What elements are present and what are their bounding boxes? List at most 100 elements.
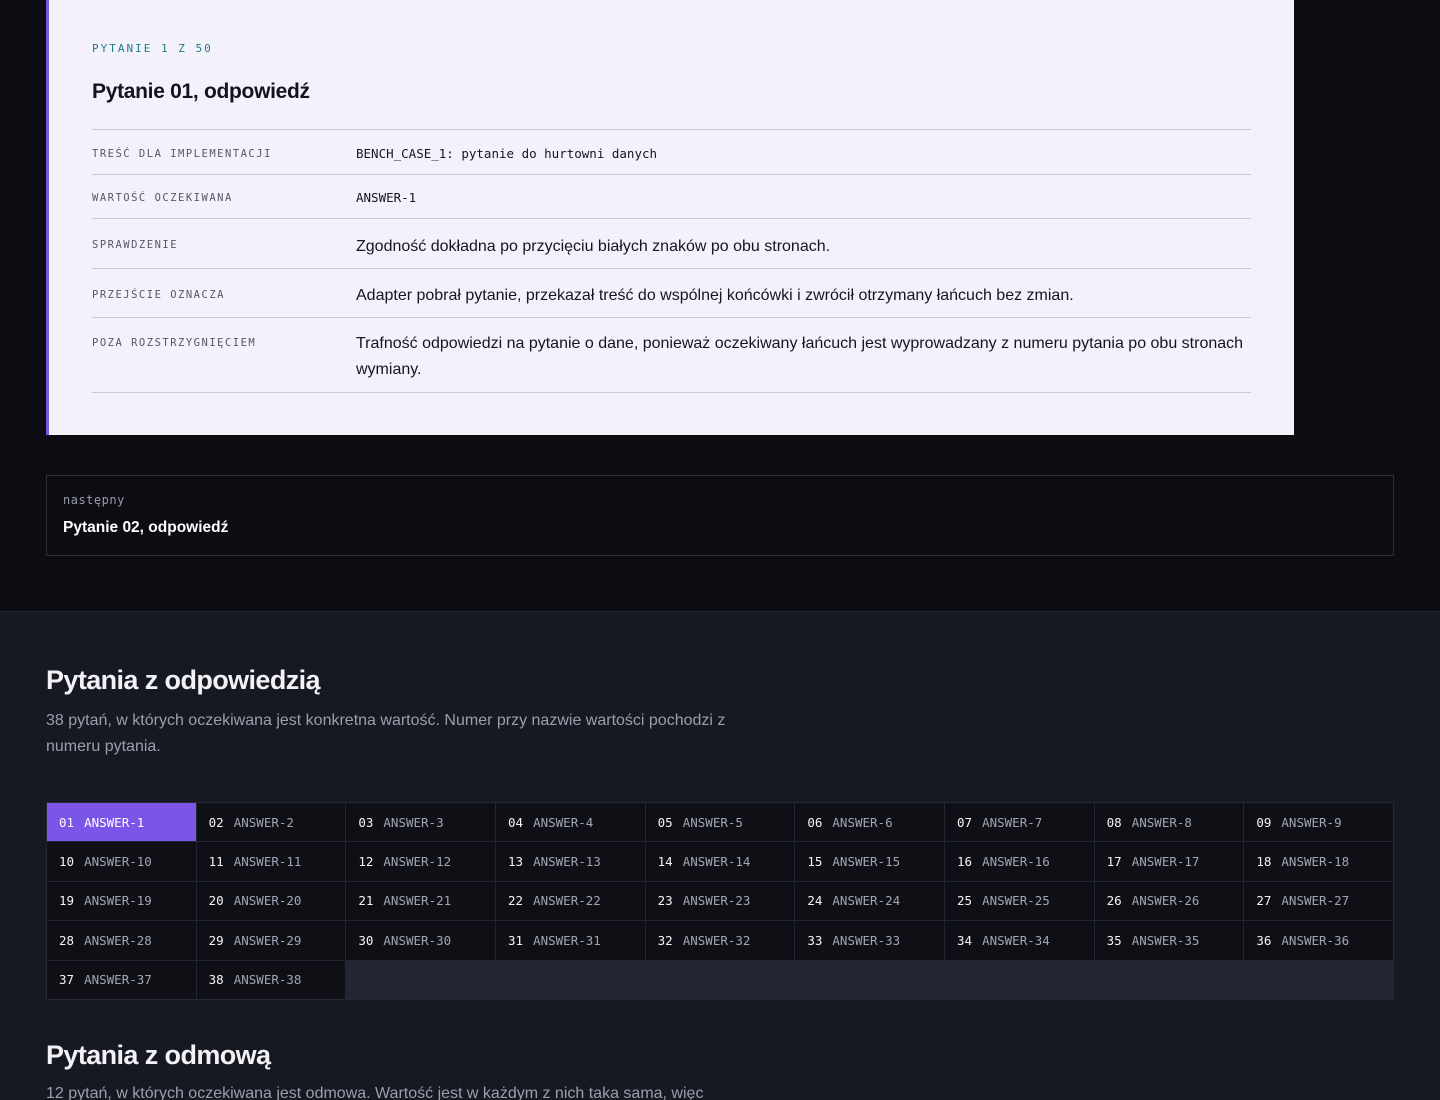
answer-grid-item[interactable]: 18 ANSWER-18 xyxy=(1244,842,1393,881)
answer-grid-item[interactable]: 28 ANSWER-28 xyxy=(47,921,196,960)
next-label: następny xyxy=(63,493,125,507)
answer-grid-item[interactable]: 24 ANSWER-24 xyxy=(795,881,944,921)
answer-grid-item[interactable]: 20 ANSWER-20 xyxy=(196,881,346,921)
question-number: 11 xyxy=(208,854,224,870)
answer-grid-item[interactable]: 05 ANSWER-5 xyxy=(645,803,795,842)
answer-grid-item[interactable]: 34 ANSWER-34 xyxy=(945,921,1094,960)
question-number: 12 xyxy=(358,854,374,870)
question-number: 10 xyxy=(59,854,75,870)
question-number: 07 xyxy=(957,814,973,830)
answer-label: ANSWER-31 xyxy=(533,932,601,948)
question-number: 29 xyxy=(208,932,224,948)
answer-label: ANSWER-19 xyxy=(84,893,152,909)
answer-label: ANSWER-9 xyxy=(1281,814,1342,830)
answer-grid-item[interactable]: 21 ANSWER-21 xyxy=(346,881,495,921)
answer-grid-item[interactable]: 15 ANSWER-15 xyxy=(795,842,944,881)
spec-row-expected: WARTOŚĆ OCZEKIWANA ANSWER-1 xyxy=(92,175,1251,219)
next-question-link[interactable]: następny Pytanie 02, odpowiedź xyxy=(46,475,1394,556)
answer-label: ANSWER-12 xyxy=(383,854,452,870)
answer-grid-item[interactable]: 10 ANSWER-10 xyxy=(47,842,196,881)
refusal-section-title: Pytania z odmową xyxy=(46,1040,271,1070)
answer-label: ANSWER-37 xyxy=(84,972,152,988)
answer-label: ANSWER-10 xyxy=(84,854,152,870)
answer-grid-item[interactable]: 22 ANSWER-22 xyxy=(496,881,645,921)
spec-key: SPRAWDZENIE xyxy=(92,239,179,251)
answer-grid-item[interactable]: 08 ANSWER-8 xyxy=(1094,803,1244,842)
question-number: 17 xyxy=(1106,854,1122,870)
answer-grid-item[interactable]: 38 ANSWER-38 xyxy=(196,960,346,999)
question-number: 06 xyxy=(807,814,823,830)
answer-grid-item[interactable]: 11 ANSWER-11 xyxy=(196,842,346,881)
answer-label: ANSWER-7 xyxy=(982,814,1043,830)
answer-label: ANSWER-16 xyxy=(982,854,1050,870)
answer-label: ANSWER-22 xyxy=(533,893,601,909)
answer-grid-item[interactable]: 33 ANSWER-33 xyxy=(795,921,944,960)
answer-grid-item[interactable]: 27 ANSWER-27 xyxy=(1244,881,1393,921)
question-number: 03 xyxy=(358,814,374,830)
answer-label: ANSWER-6 xyxy=(832,814,893,830)
answer-section-description: 38 pytań, w których oczekiwana jest konk… xyxy=(46,712,726,755)
spec-key: WARTOŚĆ OCZEKIWANA xyxy=(92,192,233,204)
answer-grid-item[interactable]: 31 ANSWER-31 xyxy=(496,921,645,960)
question-number: 08 xyxy=(1106,814,1122,830)
answer-label: ANSWER-4 xyxy=(533,814,594,830)
question-number: 27 xyxy=(1256,893,1272,909)
spec-value: BENCH_CASE_1: pytanie do hurtowni danych xyxy=(356,146,658,161)
answer-label: ANSWER-28 xyxy=(84,932,152,948)
answer-grid-item[interactable]: 16 ANSWER-16 xyxy=(945,842,1094,881)
answer-grid-item[interactable]: 30 ANSWER-30 xyxy=(346,921,495,960)
answer-grid-item[interactable]: 03 ANSWER-3 xyxy=(346,803,495,842)
answer-label: ANSWER-38 xyxy=(233,972,302,988)
answer-grid-item[interactable]: 17 ANSWER-17 xyxy=(1094,842,1244,881)
answer-grid-item[interactable]: 09 ANSWER-9 xyxy=(1244,803,1393,842)
answer-label: ANSWER-36 xyxy=(1281,932,1350,948)
answer-label: ANSWER-14 xyxy=(682,854,751,870)
question-number: 21 xyxy=(358,893,374,909)
answer-grid-item[interactable]: 02 ANSWER-2 xyxy=(196,803,346,842)
spec-row-pass-meaning: PRZEJŚCIE OZNACZA Adapter pobrał pytanie… xyxy=(92,269,1251,318)
answer-label: ANSWER-25 xyxy=(982,893,1050,909)
answer-label: ANSWER-35 xyxy=(1131,932,1200,948)
answer-grid-item[interactable]: 37 ANSWER-37 xyxy=(47,960,196,999)
answer-grid-item[interactable]: 29 ANSWER-29 xyxy=(196,921,346,960)
next-question-title: Pytanie 02, odpowiedź xyxy=(63,519,229,536)
answer-label: ANSWER-30 xyxy=(383,932,452,948)
question-number: 04 xyxy=(508,814,524,830)
answer-grid-item[interactable]: 14 ANSWER-14 xyxy=(645,842,795,881)
spec-value: Trafność odpowiedzi na pytanie o dane, p… xyxy=(356,335,1244,378)
question-number: 02 xyxy=(208,814,224,830)
question-counter: PYTANIE 1 Z 50 xyxy=(92,42,213,55)
question-number: 14 xyxy=(657,854,673,870)
answer-grid-item[interactable]: 26 ANSWER-26 xyxy=(1094,881,1244,921)
answer-label: ANSWER-13 xyxy=(533,854,601,870)
question-number: 31 xyxy=(508,932,524,948)
answer-grid-item[interactable]: 25 ANSWER-25 xyxy=(945,881,1094,921)
answer-grid-item[interactable]: 07 ANSWER-7 xyxy=(945,803,1094,842)
answer-label: ANSWER-33 xyxy=(832,932,901,948)
question-number: 30 xyxy=(358,932,374,948)
answer-grid: 01 ANSWER-1 02 ANSWER-2 03 ANSWER-3 04 ANSWER-4… xyxy=(46,802,1394,1000)
answer-label: ANSWER-1 xyxy=(84,814,145,830)
answer-grid-item[interactable]: 35 ANSWER-35 xyxy=(1094,921,1244,960)
answer-grid-item[interactable]: 23 ANSWER-23 xyxy=(645,881,795,921)
answer-label: ANSWER-26 xyxy=(1131,893,1200,909)
answer-grid-item[interactable]: 01 ANSWER-1 xyxy=(47,803,196,842)
answer-grid-item[interactable]: 19 ANSWER-19 xyxy=(47,881,196,921)
answer-grid-item[interactable]: 32 ANSWER-32 xyxy=(645,921,795,960)
answer-label: ANSWER-8 xyxy=(1131,814,1192,830)
refusal-section-description: 12 pytań, w których oczekiwana jest odmo… xyxy=(46,1085,704,1100)
answer-label: ANSWER-20 xyxy=(233,893,302,909)
question-number: 26 xyxy=(1106,893,1122,909)
answer-grid-item[interactable]: 12 ANSWER-12 xyxy=(346,842,495,881)
spec-row-check: SPRAWDZENIE Zgodność dokładna po przycię… xyxy=(92,219,1251,269)
top-area: PYTANIE 1 Z 50 Pytanie 01, odpowiedź TRE… xyxy=(0,0,1440,611)
spec-value: Adapter pobrał pytanie, przekazał treść … xyxy=(356,287,1074,304)
question-number: 33 xyxy=(807,932,823,948)
answer-grid-item[interactable]: 06 ANSWER-6 xyxy=(795,803,944,842)
answer-label: ANSWER-29 xyxy=(233,932,302,948)
question-number: 28 xyxy=(59,932,75,948)
question-card: PYTANIE 1 Z 50 Pytanie 01, odpowiedź TRE… xyxy=(46,0,1294,435)
answer-grid-item[interactable]: 13 ANSWER-13 xyxy=(496,842,645,881)
answer-grid-item[interactable]: 36 ANSWER-36 xyxy=(1244,921,1393,960)
answer-grid-item[interactable]: 04 ANSWER-4 xyxy=(496,803,645,842)
